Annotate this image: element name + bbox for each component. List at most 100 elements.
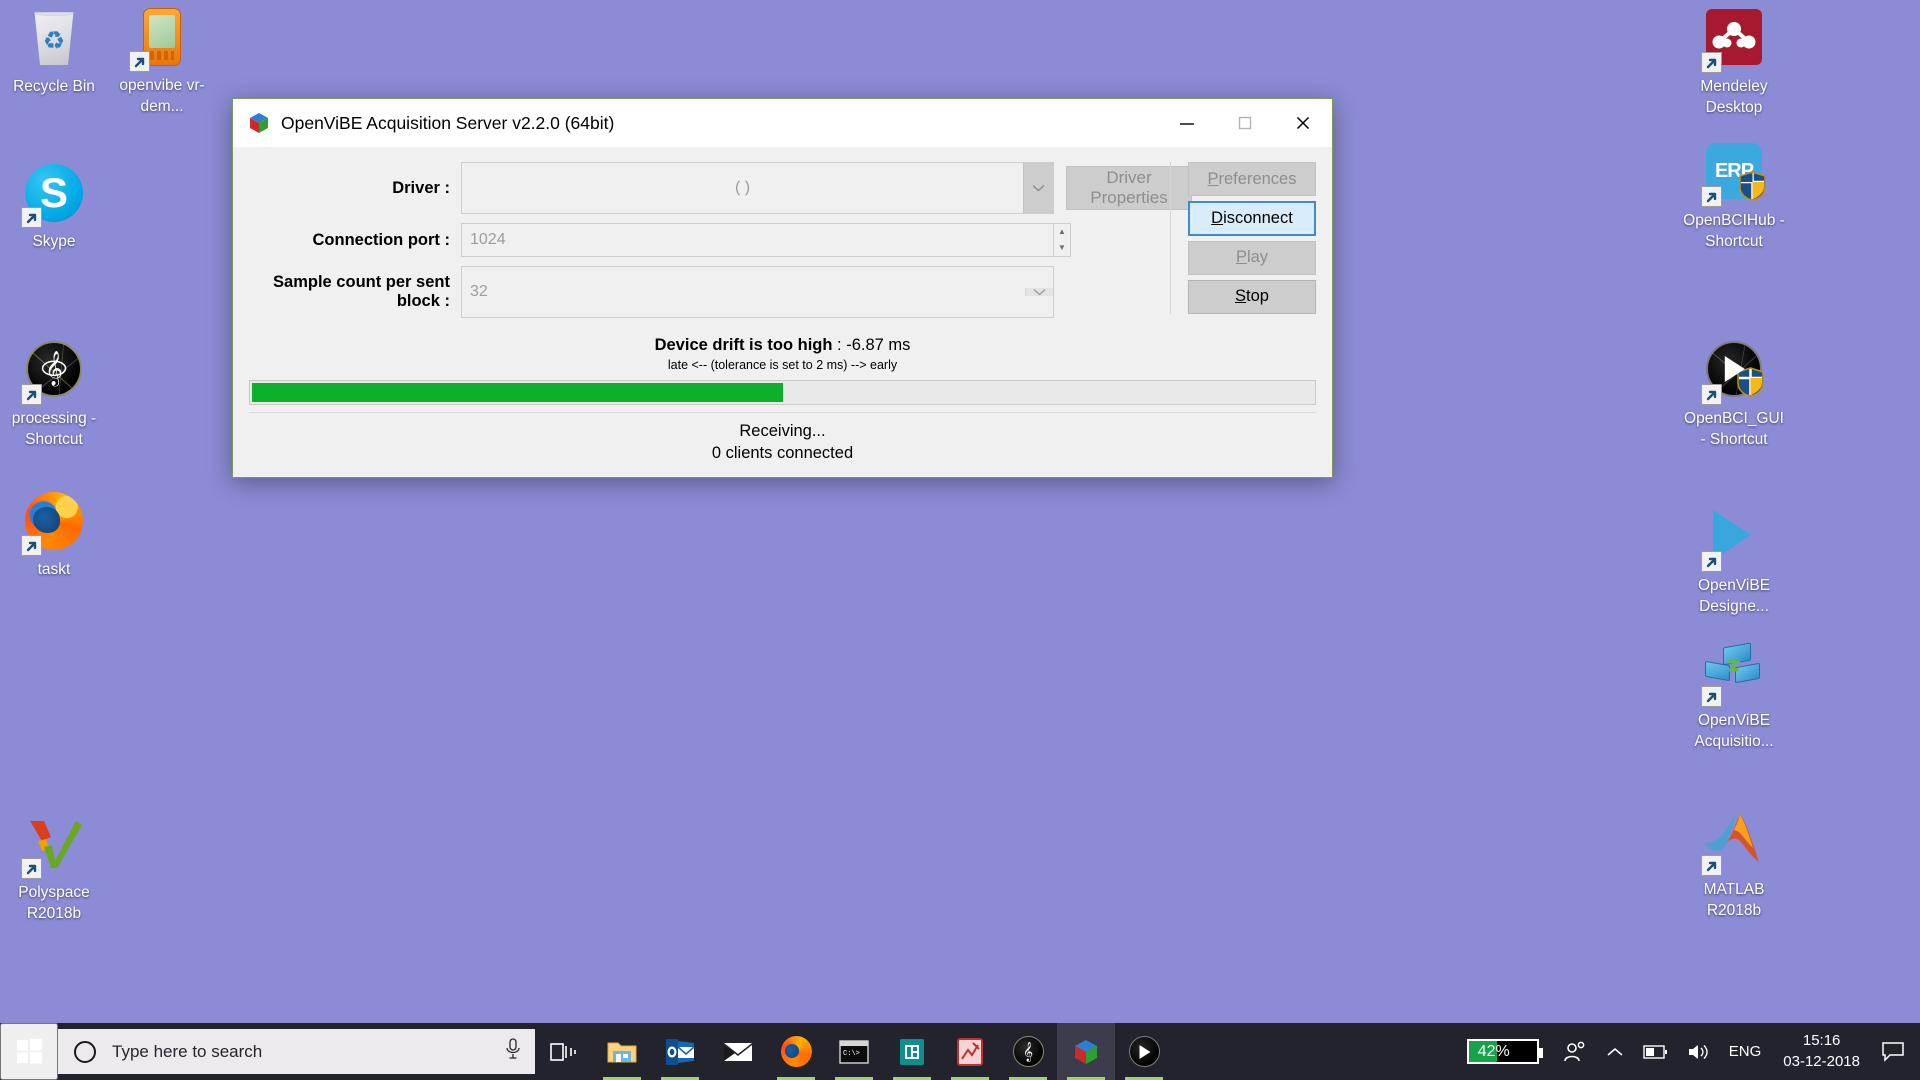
desktop-icon-label: taskt: [37, 561, 71, 578]
openbcihub-icon: ERP: [1701, 143, 1766, 207]
openvibe-acquisition-server-window[interactable]: OpenViBE Acquisition Server v2.2.0 (64bi…: [232, 98, 1333, 478]
shield-icon: [1739, 171, 1766, 201]
desktop-icon-openbci-gui[interactable]: OpenBCI_GUI - Shortcut: [1680, 338, 1788, 451]
desktop-icon-label: OpenViBE Designe...: [1697, 577, 1771, 615]
openbci-app-icon[interactable]: [1115, 1023, 1173, 1080]
chevron-down-icon[interactable]: [1025, 288, 1053, 296]
teal-app-icon[interactable]: [883, 1023, 941, 1080]
disconnect-button[interactable]: Disconnect: [1188, 201, 1316, 236]
search-input[interactable]: Type here to search: [58, 1029, 535, 1074]
sample-count-value: 32: [470, 283, 488, 300]
windows-start-icon[interactable]: [0, 1023, 58, 1080]
shortcut-arrow-icon: [21, 858, 42, 879]
volume-icon[interactable]: [1677, 1023, 1719, 1080]
people-icon[interactable]: [1553, 1023, 1597, 1080]
stepper-up-icon[interactable]: ▲: [1054, 224, 1070, 240]
connection-port-label: Connection port :: [312, 230, 450, 249]
notification-icon[interactable]: [1872, 1023, 1914, 1080]
status-divider: [249, 412, 1316, 413]
desktop-icon-matlab[interactable]: MATLAB R2018b: [1680, 808, 1788, 922]
window-titlebar[interactable]: OpenViBE Acquisition Server v2.2.0 (64bi…: [233, 99, 1332, 148]
openbci-gui-icon: [1701, 341, 1765, 405]
desktop-icon-openvibe-acquisition[interactable]: OpenViBE Acquisitio...: [1680, 640, 1788, 753]
chevron-up-icon[interactable]: [1597, 1023, 1633, 1080]
window-controls[interactable]: [1158, 99, 1332, 147]
system-tray[interactable]: 42% ENG 15:16 03-12-2018: [1466, 1023, 1920, 1080]
skype-icon: [21, 164, 85, 228]
shortcut-arrow-icon: [1701, 186, 1722, 207]
device-drift-label: Device drift is too high: [654, 336, 833, 354]
desktop-icon-openvibe-designer[interactable]: OpenViBE Designe...: [1680, 505, 1788, 618]
desktop-icon-skype[interactable]: Skype: [0, 162, 108, 253]
minimize-icon[interactable]: [1158, 99, 1216, 147]
connection-port-stepper[interactable]: ▲ ▼: [1054, 223, 1071, 257]
desktop-icon-openvibe-vr-demo[interactable]: openvibe vr-dem...: [108, 6, 216, 118]
play-button[interactable]: Play: [1188, 240, 1316, 275]
openvibe-acquisition-icon: [1701, 642, 1765, 707]
connection-state-text: Receiving...: [739, 422, 826, 440]
shortcut-arrow-icon: [1701, 384, 1722, 405]
clients-connected-text: 0 clients connected: [711, 444, 854, 462]
processing-app-icon[interactable]: 𝄞: [999, 1023, 1057, 1080]
connection-port-input[interactable]: 1024: [461, 223, 1054, 257]
file-explorer-icon[interactable]: [593, 1023, 651, 1080]
window-body: Driver : ( ) Driver Properties Connectio…: [233, 148, 1332, 478]
desktop-icon-mendeley[interactable]: Mendeley Desktop: [1680, 6, 1788, 119]
chevron-down-icon[interactable]: [1023, 163, 1053, 213]
search-placeholder: Type here to search: [112, 1041, 263, 1061]
openvibe-app-icon[interactable]: [1057, 1023, 1115, 1080]
status-area: Device drift is too high : -6.87 ms late…: [249, 330, 1316, 463]
openvibe-cube-icon: [248, 112, 270, 134]
desktop-icon-label: Skype: [32, 233, 76, 250]
desktop-icon-taskt[interactable]: taskt: [0, 490, 108, 581]
command-prompt-icon[interactable]: C:\>: [825, 1023, 883, 1080]
processing-icon: 𝄞: [21, 341, 85, 405]
stop-button[interactable]: Stop: [1188, 279, 1316, 315]
desktop-icon-openbcihub[interactable]: ERP OpenBCIHub - Shortcut: [1680, 140, 1788, 253]
mendeley-icon: [1701, 9, 1765, 73]
drift-progress-bar: [249, 380, 1316, 405]
recycle-bin-icon: [23, 9, 85, 71]
microphone-icon[interactable]: [505, 1038, 521, 1065]
connection-port-row: Connection port : 1024 ▲ ▼: [249, 223, 1316, 257]
desktop-icon-label: openvibe vr-dem...: [119, 77, 205, 115]
firefox-icon[interactable]: [767, 1023, 825, 1080]
sample-count-select[interactable]: 32: [461, 266, 1054, 318]
desktop-icon-recycle-bin[interactable]: Recycle Bin: [0, 6, 108, 98]
language-indicator[interactable]: ENG: [1719, 1023, 1772, 1080]
sample-count-row: Sample count per sent block : 32: [249, 266, 1316, 318]
shortcut-arrow-icon: [21, 535, 42, 556]
window-title: OpenViBE Acquisition Server v2.2.0 (64bi…: [281, 112, 615, 133]
drift-progress-fill: [252, 383, 783, 402]
desktop-icon-label: Mendeley Desktop: [1700, 78, 1768, 116]
firefox-icon: [21, 492, 85, 556]
desktop-icon-label: OpenBCIHub - Shortcut: [1683, 212, 1785, 250]
desktop-icon-polyspace[interactable]: Polyspace R2018b: [0, 812, 108, 925]
desktop-icon-processing[interactable]: 𝄞 processing - Shortcut: [0, 338, 108, 451]
matlab-icon: [1701, 812, 1765, 876]
stepper-down-icon[interactable]: ▼: [1054, 240, 1070, 256]
battery-icon[interactable]: [1633, 1023, 1677, 1080]
driver-row: Driver : ( ) Driver Properties: [249, 162, 1316, 214]
shortcut-arrow-icon: [129, 51, 150, 72]
driver-label: Driver :: [392, 178, 450, 197]
taskbar[interactable]: Type here to search C:\> 𝄞 42% ENG 15:16…: [0, 1023, 1920, 1080]
outlook-icon[interactable]: [651, 1023, 709, 1080]
clock[interactable]: 15:16 03-12-2018: [1771, 1023, 1872, 1080]
sample-count-label: Sample count per sent block :: [273, 273, 450, 310]
matlab-app-icon[interactable]: [941, 1023, 999, 1080]
openvibe-designer-icon: [1701, 508, 1765, 572]
desktop-icon-label: Polyspace R2018b: [18, 884, 90, 922]
close-icon[interactable]: [1274, 99, 1332, 147]
task-view-icon[interactable]: [535, 1023, 593, 1080]
driver-select[interactable]: ( ): [461, 162, 1054, 214]
desktop-icon-label: OpenViBE Acquisitio...: [1694, 712, 1774, 750]
battery-percent-indicator[interactable]: 42%: [1466, 1039, 1543, 1064]
device-drift-status: Device drift is too high : -6.87 ms: [249, 336, 1316, 355]
maximize-icon[interactable]: [1216, 99, 1274, 147]
play-label-rest: lay: [1246, 248, 1269, 267]
mail-icon[interactable]: [709, 1023, 767, 1080]
disconnect-label-rest: isconnect: [1223, 208, 1293, 227]
desktop-icon-label: OpenBCI_GUI - Shortcut: [1684, 410, 1784, 448]
preferences-button[interactable]: Preferences: [1188, 162, 1316, 197]
